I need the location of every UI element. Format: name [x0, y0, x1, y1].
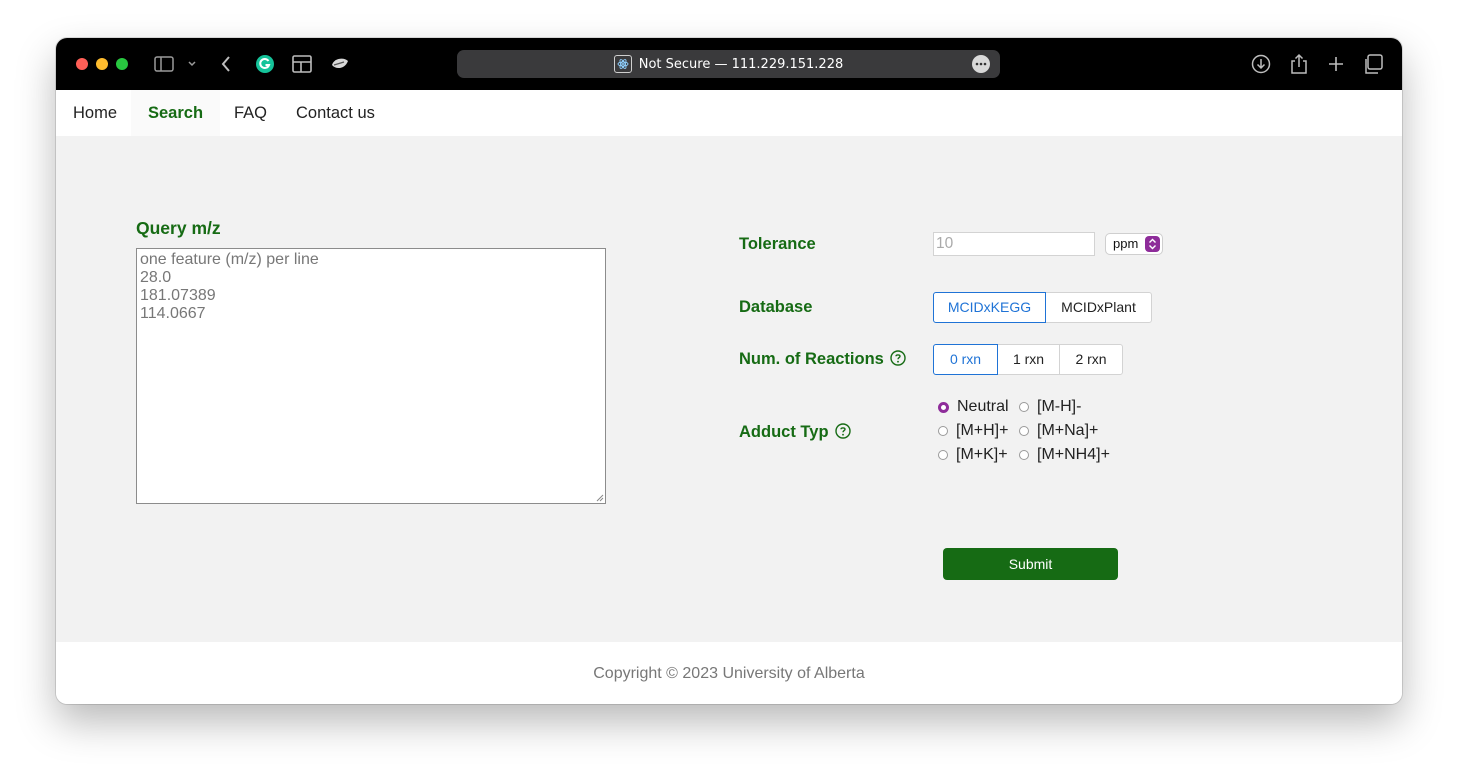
nav-home[interactable]: Home — [56, 90, 134, 136]
chevron-down-icon[interactable] — [180, 52, 204, 76]
adduct-radio-m-plus-na[interactable]: [M+Na]+ — [1019, 422, 1098, 440]
reactions-option-0[interactable]: 0 rxn — [933, 344, 998, 375]
radio-label: [M-H]- — [1037, 398, 1082, 415]
new-tab-icon[interactable] — [1324, 52, 1348, 76]
query-label: Query m/z — [136, 218, 221, 238]
query-line: 28.0 — [140, 269, 172, 286]
help-icon[interactable] — [834, 423, 851, 439]
reactions-selector: 0 rxn 1 rxn 2 rxn — [933, 344, 1123, 375]
adduct-radio-m-plus-k[interactable]: [M+K]+ — [938, 446, 1008, 464]
grammarly-extension-icon[interactable] — [253, 52, 277, 76]
site-navbar: Home Search FAQ Contact us — [56, 90, 1402, 136]
tab-overview-icon[interactable] — [1361, 52, 1385, 76]
radio-button[interactable] — [938, 450, 948, 460]
tolerance-unit-value: ppm — [1113, 236, 1139, 251]
radio-label: [M+NH4]+ — [1037, 446, 1110, 463]
radio-button[interactable] — [938, 401, 949, 413]
radio-label: [M+H]+ — [956, 422, 1009, 439]
select-stepper-icon — [1145, 236, 1160, 252]
tolerance-unit-select[interactable]: ppm — [1105, 233, 1163, 255]
radio-label: Neutral — [957, 398, 1009, 415]
reactions-label-text: Num. of Reactions — [739, 350, 884, 368]
help-icon[interactable] — [890, 350, 906, 366]
query-placeholder-line: one feature (m/z) per line — [140, 251, 319, 268]
share-icon[interactable] — [1287, 52, 1311, 76]
database-label: Database — [739, 298, 813, 316]
close-window-button[interactable] — [76, 58, 88, 70]
search-form-panel: Query m/z one feature (m/z) per line 28.… — [56, 136, 1402, 642]
layout-extension-icon[interactable] — [290, 52, 314, 76]
radio-label: [M+Na]+ — [1037, 422, 1099, 439]
submit-button[interactable]: Submit — [943, 548, 1118, 580]
radio-button[interactable] — [1019, 450, 1029, 460]
browser-titlebar: Not Secure — 111.229.151.228 — [56, 38, 1402, 90]
zoom-window-button[interactable] — [116, 58, 128, 70]
reactions-option-2[interactable]: 2 rxn — [1059, 344, 1123, 375]
radio-button[interactable] — [1019, 402, 1029, 412]
database-option-mcidxplant[interactable]: MCIDxPlant — [1045, 292, 1152, 323]
query-line: 114.0667 — [140, 305, 206, 322]
footer-copyright: Copyright © 2023 University of Alberta — [56, 644, 1402, 704]
resize-grip-icon[interactable] — [595, 493, 604, 502]
site-favicon-icon — [613, 55, 632, 73]
back-icon[interactable] — [214, 52, 238, 76]
nav-faq[interactable]: FAQ — [217, 90, 284, 136]
radio-label: [M+K]+ — [956, 446, 1008, 463]
nav-contact-us[interactable]: Contact us — [279, 90, 392, 136]
tolerance-input[interactable]: 10 — [933, 232, 1095, 256]
browser-window: Not Secure — 111.229.151.228 Home Search… — [56, 38, 1402, 704]
nav-search[interactable]: Search — [131, 90, 221, 136]
minimize-window-button[interactable] — [96, 58, 108, 70]
radio-button[interactable] — [1019, 426, 1029, 436]
query-textarea[interactable]: one feature (m/z) per line 28.0 181.0738… — [136, 248, 606, 504]
leaf-extension-icon[interactable] — [328, 52, 352, 76]
adduct-radio-m-plus-h[interactable]: [M+H]+ — [938, 422, 1008, 440]
database-selector: MCIDxKEGG MCIDxPlant — [933, 292, 1152, 323]
adduct-label-text: Adduct Typ — [739, 423, 829, 441]
downloads-icon[interactable] — [1249, 52, 1273, 76]
tolerance-label: Tolerance — [739, 235, 816, 253]
radio-button[interactable] — [938, 426, 948, 436]
address-bar[interactable]: Not Secure — 111.229.151.228 — [457, 50, 1000, 78]
adduct-radio-neutral[interactable]: Neutral — [938, 398, 1009, 416]
address-text: Not Secure — 111.229.151.228 — [638, 56, 844, 72]
reactions-label: Num. of Reactions — [739, 350, 906, 369]
adduct-radio-m-plus-nh4[interactable]: [M+NH4]+ — [1019, 446, 1110, 464]
adduct-radio-m-h[interactable]: [M-H]- — [1019, 398, 1081, 416]
adduct-label: Adduct Typ — [739, 423, 851, 442]
sidebar-toggle-icon[interactable] — [152, 52, 176, 76]
database-option-mcidxkegg[interactable]: MCIDxKEGG — [933, 292, 1046, 323]
reactions-option-1[interactable]: 1 rxn — [997, 344, 1060, 375]
more-options-icon[interactable] — [972, 55, 990, 73]
query-line: 181.07389 — [140, 287, 216, 304]
